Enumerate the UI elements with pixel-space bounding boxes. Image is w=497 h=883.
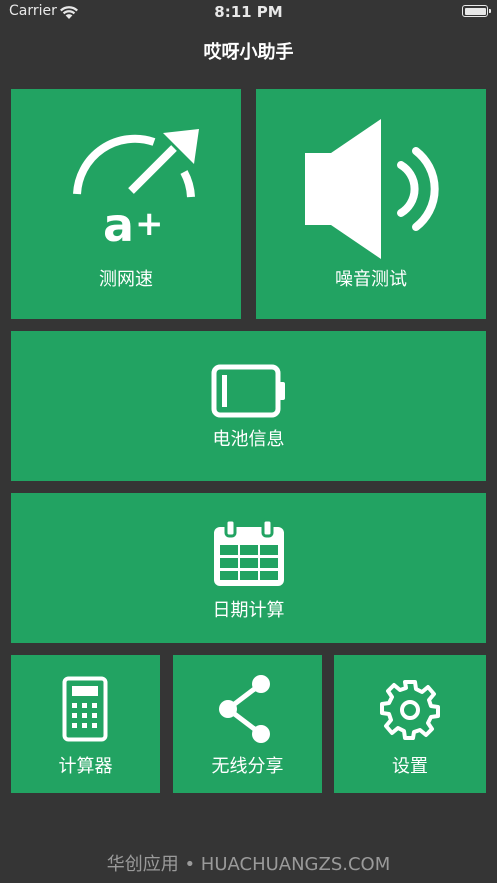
battery-status-icon <box>462 5 491 17</box>
clock-label: 8:11 PM <box>214 3 283 21</box>
svg-text:+: + <box>135 204 164 244</box>
page-title: 哎呀小助手 <box>203 42 294 63</box>
speaker-icon <box>305 119 439 259</box>
speedometer-icon: a + <box>73 129 199 249</box>
wireless-share-tile[interactable]: 无线分享 <box>173 655 322 793</box>
settings-tile[interactable]: 设置 <box>334 655 486 793</box>
status-bar: Carrier 8:11 PM <box>0 0 497 26</box>
svg-text:a: a <box>103 198 134 249</box>
date-calc-tile[interactable]: 日期计算 <box>11 493 486 643</box>
watermark: 华创应用 • HUACHUANGZS.COM <box>106 854 391 875</box>
wireless-share-label: 无线分享 <box>211 756 284 777</box>
date-calc-label: 日期计算 <box>212 600 285 621</box>
gear-icon <box>380 680 440 740</box>
calculator-icon <box>62 676 108 742</box>
noise-test-label: 噪音测试 <box>335 269 407 290</box>
calculator-label: 计算器 <box>58 756 113 777</box>
calendar-icon <box>214 518 284 586</box>
calculator-tile[interactable]: 计算器 <box>11 655 160 793</box>
battery-info-label: 电池信息 <box>212 429 285 450</box>
settings-label: 设置 <box>392 756 428 777</box>
battery-info-tile[interactable]: 电池信息 <box>11 331 486 481</box>
share-icon <box>219 675 270 743</box>
speed-test-label: 测网速 <box>99 269 153 290</box>
noise-test-tile[interactable]: 噪音测试 <box>256 89 486 319</box>
battery-icon <box>211 364 285 418</box>
speed-test-tile[interactable]: a + 测网速 <box>11 89 241 319</box>
